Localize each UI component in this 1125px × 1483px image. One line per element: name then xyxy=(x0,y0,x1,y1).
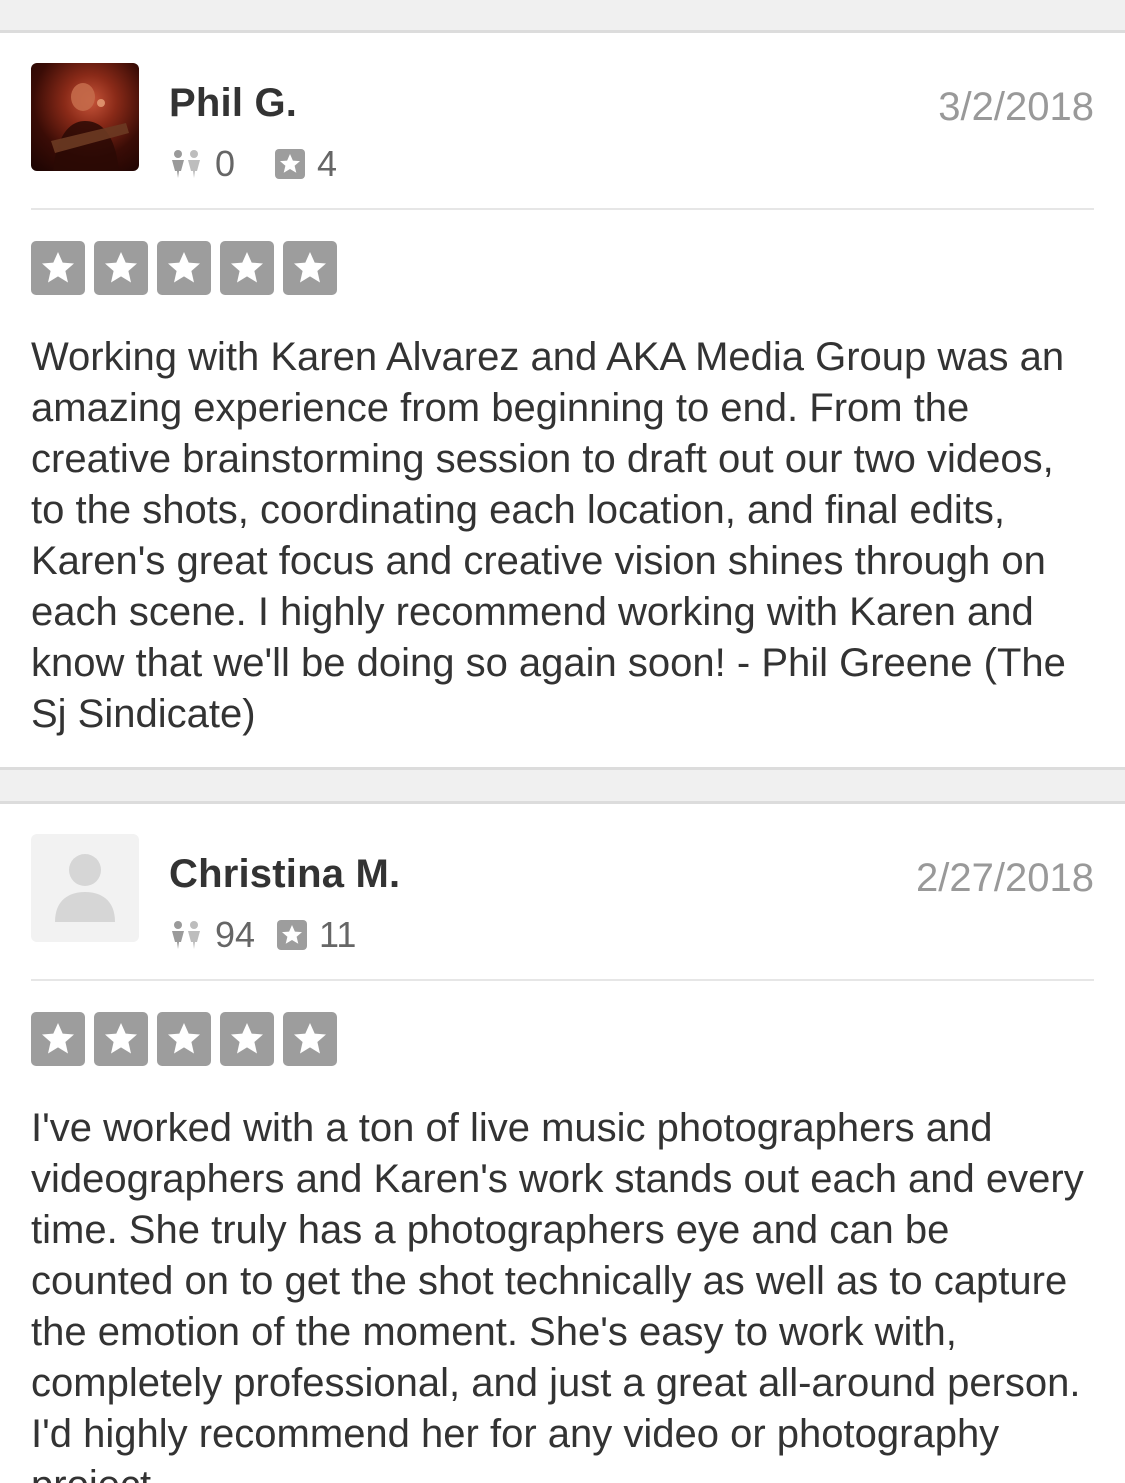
reviews-count: 11 xyxy=(319,914,357,955)
user-stats: 94 11 xyxy=(169,914,378,956)
star-icon xyxy=(31,1012,85,1066)
user-avatar[interactable] xyxy=(31,63,139,171)
user-name[interactable]: Christina M. xyxy=(169,852,400,897)
user-avatar[interactable] xyxy=(31,834,139,942)
reviews-stat: 11 xyxy=(277,914,356,956)
user-name[interactable]: Phil G. xyxy=(169,81,297,126)
star-icon xyxy=(220,241,274,295)
star-icon xyxy=(31,241,85,295)
star-icon xyxy=(94,1012,148,1066)
header-divider xyxy=(31,979,1094,981)
reviews-count: 4 xyxy=(317,143,338,184)
review-star-icon xyxy=(275,149,306,179)
review-star-icon xyxy=(277,920,308,950)
review-separator xyxy=(0,767,1125,804)
star-icon xyxy=(157,241,211,295)
star-rating xyxy=(31,1012,1094,1067)
star-icon xyxy=(220,1012,274,1066)
friends-stat: 94 xyxy=(169,914,255,956)
review-header: Phil G. 3/2/2018 0 4 xyxy=(31,33,1094,208)
friends-count: 94 xyxy=(215,914,256,955)
friends-stat: 0 xyxy=(169,143,235,185)
user-stats: 0 4 xyxy=(169,143,359,185)
review-date: 3/2/2018 xyxy=(938,85,1094,129)
review-text: Working with Karen Alvarez and AKA Media… xyxy=(31,335,1066,736)
review-date: 2/27/2018 xyxy=(916,856,1094,900)
star-rating xyxy=(31,241,1094,296)
review-header: Christina M. 2/27/2018 94 11 xyxy=(31,804,1094,979)
review-card: Christina M. 2/27/2018 94 11 I've worked… xyxy=(0,804,1125,1483)
friends-icon xyxy=(172,921,200,949)
review-card: Phil G. 3/2/2018 0 4 Working with Karen … xyxy=(0,33,1125,767)
review-text: I've worked with a ton of live music pho… xyxy=(31,1106,1084,1483)
star-icon xyxy=(94,241,148,295)
header-divider xyxy=(31,208,1094,210)
reviews-stat: 4 xyxy=(275,143,337,185)
top-separator xyxy=(0,0,1125,33)
star-icon xyxy=(283,241,337,295)
star-icon xyxy=(283,1012,337,1066)
star-icon xyxy=(157,1012,211,1066)
friends-icon xyxy=(172,150,200,178)
default-avatar-icon xyxy=(55,854,115,922)
user-photo-icon xyxy=(51,83,129,171)
friends-count: 0 xyxy=(215,143,236,184)
